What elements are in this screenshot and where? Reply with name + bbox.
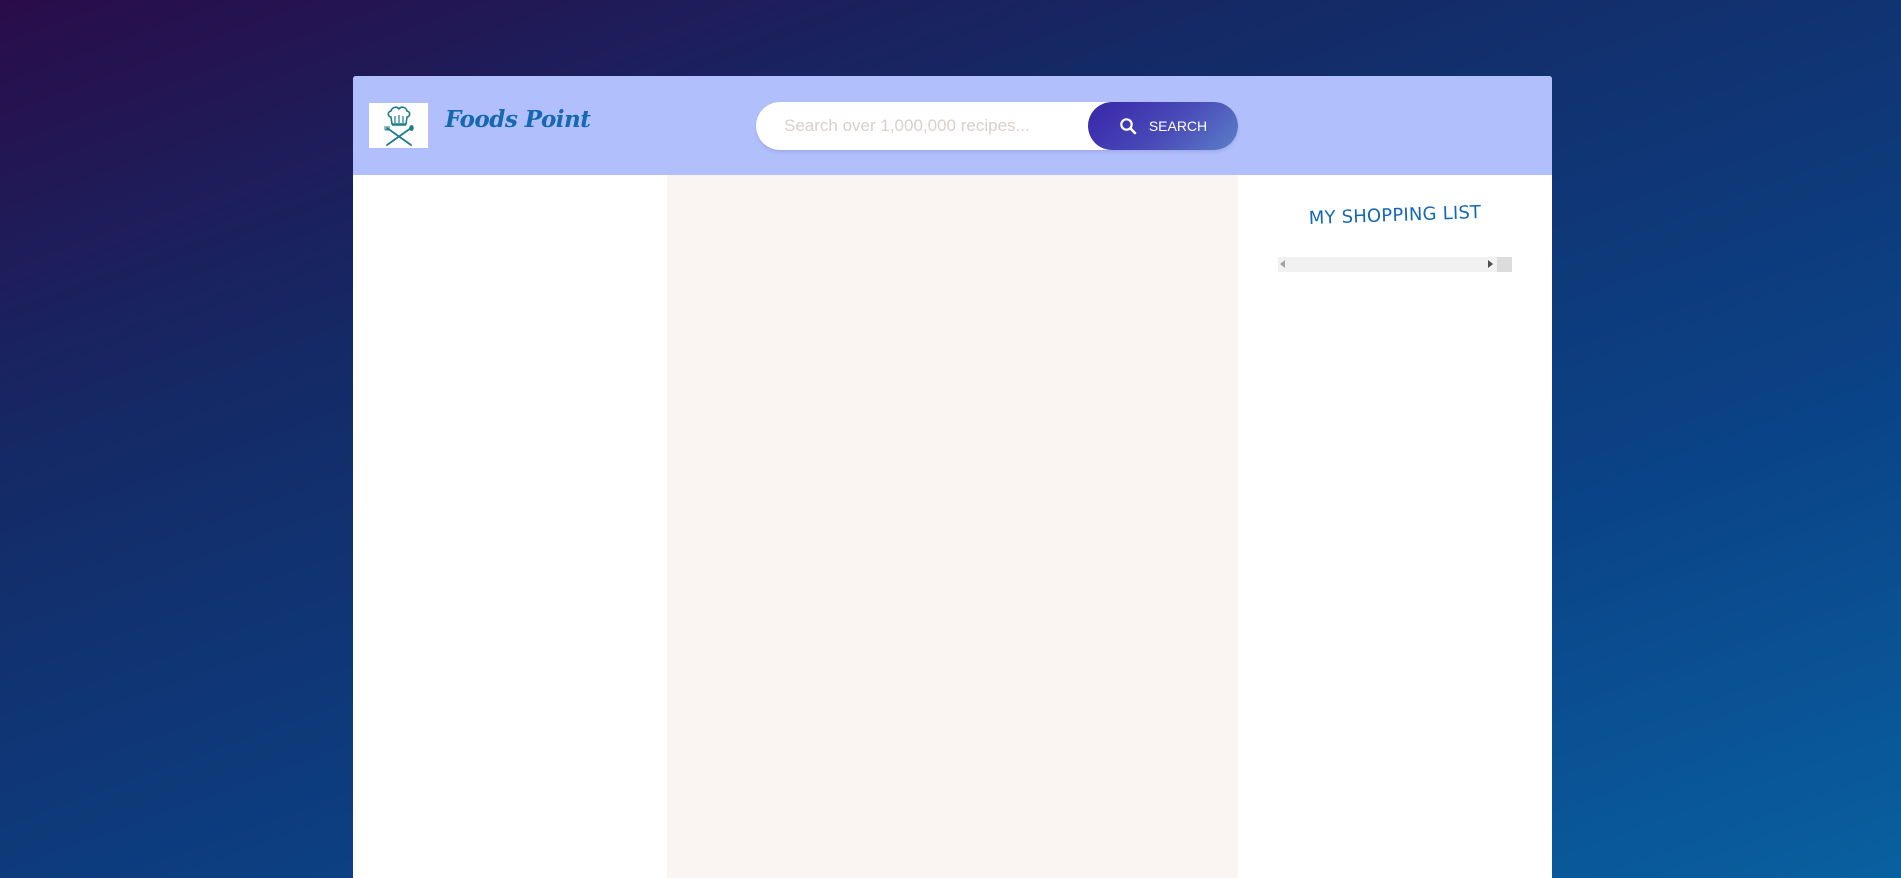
search-input[interactable] (784, 102, 1104, 150)
logo[interactable] (369, 103, 428, 148)
search-icon (1120, 118, 1137, 135)
shopping-list-scrollbar[interactable] (1278, 257, 1512, 272)
app-container: Foods Point SEARCH MY SHOPPING LIST (353, 76, 1552, 878)
search-button-label: SEARCH (1148, 118, 1208, 134)
chef-hat-cutlery-icon (384, 105, 414, 146)
search-form: SEARCH (756, 102, 1238, 150)
header: Foods Point SEARCH (353, 76, 1552, 175)
brand-name[interactable]: Foods Point (445, 106, 591, 133)
scroll-right-arrow-icon[interactable] (1488, 260, 1493, 268)
recipe-panel (667, 175, 1238, 878)
scroll-left-arrow-icon[interactable] (1280, 260, 1285, 268)
shopping-list-title: MY SHOPPING LIST (1308, 201, 1482, 230)
search-results-panel (353, 175, 667, 878)
scroll-corner (1497, 257, 1512, 272)
shopping-list-panel: MY SHOPPING LIST (1238, 175, 1552, 878)
search-button[interactable]: SEARCH (1088, 102, 1238, 150)
